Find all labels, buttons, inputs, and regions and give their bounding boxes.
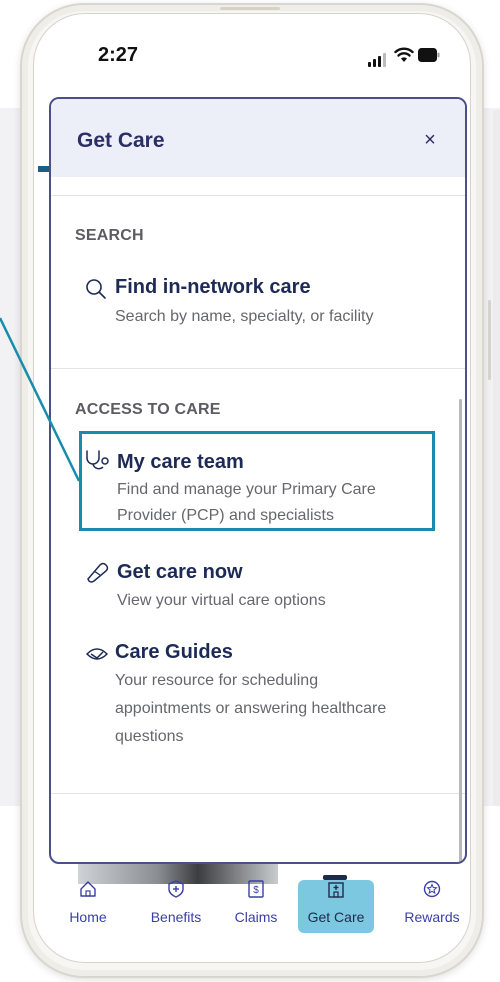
item-description-line: questions [115,728,184,745]
nav-label: Rewards [404,909,460,925]
shield-plus-icon [168,880,184,898]
phone-speaker [220,7,280,10]
nav-item-claims[interactable]: $ Claims [216,870,296,938]
hospital-icon [328,882,344,898]
item-description-line: appointments or answering healthcare [115,700,387,717]
item-title: Find in-network care [115,276,311,298]
status-icons [368,47,440,67]
divider [51,793,465,794]
highlight-box [79,431,435,531]
bottom-nav: Home Benefits $ Claims Get Care Rewards [50,870,468,938]
divider [51,195,465,196]
scrollbar[interactable] [459,399,462,862]
item-title: Get care now [117,561,243,583]
svg-text:$: $ [253,885,259,896]
dollar-doc-icon: $ [248,880,264,898]
nav-label: Benefits [150,909,202,925]
nav-label: Claims [234,909,278,925]
item-description: View your virtual care options [117,592,326,609]
wifi-icon [394,47,414,62]
star-badge-icon [423,880,441,898]
phone-side-button [488,300,491,380]
status-time: 2:27 [98,44,139,66]
nav-item-get-care[interactable]: Get Care [296,870,376,938]
bandage-icon [87,562,109,583]
search-icon [86,279,106,299]
battery-icon [418,48,440,62]
sheet-header: Get Care × [51,99,465,177]
item-title: Care Guides [115,641,233,663]
nav-item-rewards[interactable]: Rewards [392,870,472,938]
nav-item-home[interactable]: Home [48,870,128,938]
divider [51,368,465,369]
background-strip [493,110,500,806]
section-label-search: SEARCH [75,227,144,244]
item-description-line: Your resource for scheduling [115,672,319,689]
nav-item-benefits[interactable]: Benefits [136,870,216,938]
home-icon [80,881,96,897]
section-label-access-to-care: ACCESS TO CARE [75,401,221,418]
close-button[interactable]: × [417,127,443,153]
sheet-title: Get Care [77,129,165,152]
nav-label: Home [69,909,107,925]
care-guide-icon [85,648,109,660]
nav-label: Get Care [307,909,365,925]
item-description: Search by name, specialty, or facility [115,308,374,325]
